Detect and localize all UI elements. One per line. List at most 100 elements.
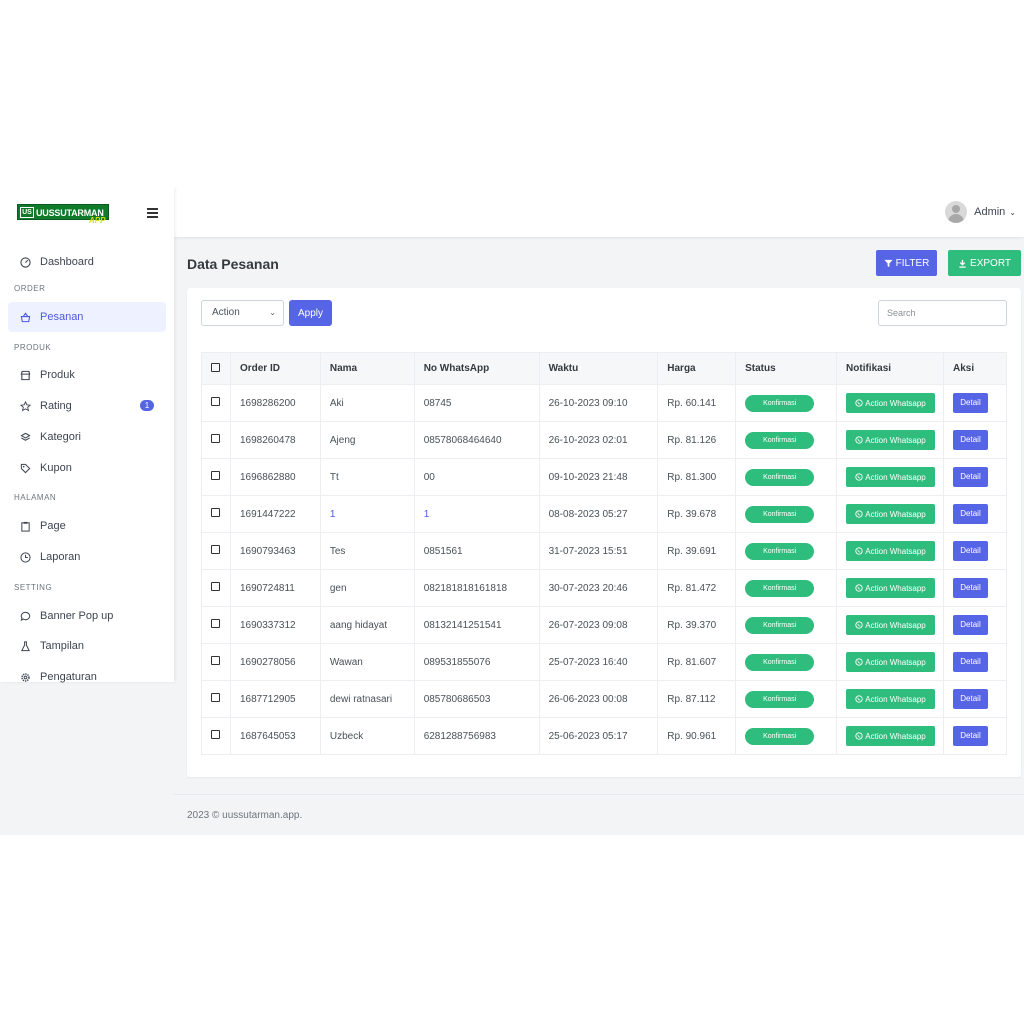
detail-button[interactable]: Detail (953, 578, 988, 598)
section-halaman: HALAMAN (14, 493, 57, 502)
action-whatsapp-button[interactable]: Action Whatsapp (846, 689, 936, 709)
gear-icon (20, 672, 31, 683)
detail-button[interactable]: Detail (953, 652, 988, 672)
sidebar-item-kupon[interactable]: Kupon (8, 453, 166, 483)
customer-name: Aki (329, 397, 344, 409)
detail-button[interactable]: Detail (953, 467, 988, 487)
search-input[interactable] (878, 300, 1007, 326)
sidebar-item-page[interactable]: Page (8, 511, 166, 541)
bulk-action-select[interactable]: Action ⌄ (201, 300, 284, 326)
basket-icon (20, 311, 31, 323)
whatsapp-number: 08578068464640 (423, 434, 502, 446)
sidebar-item-rating[interactable]: Rating 1 (8, 391, 166, 421)
whatsapp-cell: 085780686503 (413, 680, 540, 718)
aksi-cell: Detail (943, 569, 1007, 607)
notifikasi-cell: Action Whatsapp (836, 717, 944, 755)
tag-icon (20, 463, 31, 474)
whatsapp-number: 0851561 (423, 545, 463, 557)
column-header[interactable]: Order ID (229, 352, 321, 385)
action-whatsapp-button[interactable]: Action Whatsapp (846, 393, 936, 413)
column-header[interactable]: No WhatsApp (413, 352, 540, 385)
row-checkbox[interactable] (211, 545, 220, 554)
detail-button[interactable]: Detail (953, 615, 988, 635)
table-row: 1687712905 dewi ratnasari 085780686503 26-0… (201, 680, 1007, 718)
nama-cell: dewi ratnasari (319, 680, 415, 718)
action-whatsapp-button[interactable]: Action Whatsapp (846, 467, 936, 487)
chevron-down-icon: ⌄ (269, 308, 276, 317)
nama-cell: aang hidayat (319, 606, 415, 644)
status-cell: Konfirmasi (735, 643, 838, 681)
row-checkbox[interactable] (211, 434, 220, 443)
action-whatsapp-button[interactable]: Action Whatsapp (846, 504, 936, 524)
whatsapp-icon (855, 695, 863, 703)
order-id-cell: 1696862880 (229, 458, 321, 496)
sidebar-item-laporan[interactable]: Laporan (8, 542, 166, 572)
apply-button[interactable]: Apply (289, 300, 332, 326)
nama-cell: Uzbeck (319, 717, 415, 755)
sidebar-item-kategori[interactable]: Kategori (8, 422, 166, 452)
column-header[interactable]: Waktu (538, 352, 659, 385)
menu-toggle-icon[interactable] (147, 206, 161, 220)
action-whatsapp-button[interactable]: Action Whatsapp (846, 430, 936, 450)
detail-button[interactable]: Detail (953, 393, 988, 413)
action-whatsapp-button[interactable]: Action Whatsapp (846, 541, 936, 561)
user-menu[interactable]: Admin ⌄ (945, 201, 1016, 223)
app-frame: US UUSSUTARMAN APP Dashboard ORDER Pesan… (0, 187, 1024, 835)
detail-button[interactable]: Detail (953, 541, 988, 561)
brand-logo[interactable]: US UUSSUTARMAN APP (17, 203, 111, 225)
column-header[interactable]: Harga (657, 352, 737, 385)
row-checkbox[interactable] (211, 693, 220, 702)
row-checkbox[interactable] (211, 656, 220, 665)
row-checkbox[interactable] (211, 508, 220, 517)
harga-cell: Rp. 81.472 (657, 569, 737, 607)
table-row: 1690793463 Tes 0851561 31-07-2023 15:51 Rp. … (201, 532, 1007, 570)
action-whatsapp-button[interactable]: Action Whatsapp (846, 615, 936, 635)
detail-button[interactable]: Detail (953, 504, 988, 524)
row-checkbox[interactable] (211, 582, 220, 591)
detail-button[interactable]: Detail (953, 689, 988, 709)
action-whatsapp-label: Action Whatsapp (865, 657, 926, 667)
column-header[interactable]: Aksi (943, 352, 1007, 385)
aksi-cell: Detail (943, 680, 1007, 718)
whatsapp-number: 1 (423, 508, 430, 520)
harga-cell: Rp. 81.607 (657, 643, 737, 681)
status-badge: Konfirmasi (745, 505, 815, 523)
order-id-cell: 1690337312 (229, 606, 321, 644)
action-whatsapp-label: Action Whatsapp (865, 509, 926, 519)
sidebar-item-tampilan[interactable]: Tampilan (8, 631, 166, 661)
detail-button[interactable]: Detail (953, 430, 988, 450)
sidebar-item-pesanan[interactable]: Pesanan (8, 302, 166, 332)
row-select-cell (201, 569, 231, 607)
filter-button[interactable]: FILTER (876, 250, 937, 276)
whatsapp-icon (855, 658, 863, 666)
sidebar-item-banner[interactable]: Banner Pop up (8, 601, 166, 631)
notifikasi-cell: Action Whatsapp (836, 680, 944, 718)
select-all-checkbox[interactable] (211, 362, 220, 372)
gauge-icon (20, 256, 31, 268)
action-whatsapp-button[interactable]: Action Whatsapp (846, 652, 936, 672)
row-checkbox[interactable] (211, 619, 220, 628)
detail-button[interactable]: Detail (953, 726, 988, 746)
column-header[interactable]: Nama (319, 352, 415, 385)
action-whatsapp-button[interactable]: Action Whatsapp (846, 578, 936, 598)
column-header[interactable]: Status (735, 352, 838, 385)
sidebar-item-label: Rating (40, 400, 72, 412)
row-checkbox[interactable] (211, 730, 220, 739)
logo-suffix: APP (89, 216, 106, 225)
row-select-cell (201, 680, 231, 718)
export-button[interactable]: EXPORT (948, 250, 1021, 276)
whatsapp-cell: 08745 (413, 384, 540, 422)
clock-icon (20, 551, 31, 563)
action-whatsapp-button[interactable]: Action Whatsapp (846, 726, 936, 746)
row-checkbox[interactable] (211, 397, 220, 406)
aksi-cell: Detail (943, 458, 1007, 496)
row-select-cell (201, 458, 231, 496)
column-header[interactable]: Notifikasi (836, 352, 944, 385)
sidebar-item-pengaturan[interactable]: Pengaturan (8, 662, 166, 692)
sidebar-item-produk[interactable]: Produk (8, 360, 166, 390)
order-id-cell: 1698286200 (229, 384, 321, 422)
status-cell: Konfirmasi (735, 421, 838, 459)
row-checkbox[interactable] (211, 471, 220, 480)
sidebar-item-label: Kategori (40, 431, 81, 443)
sidebar-item-dashboard[interactable]: Dashboard (8, 247, 166, 277)
